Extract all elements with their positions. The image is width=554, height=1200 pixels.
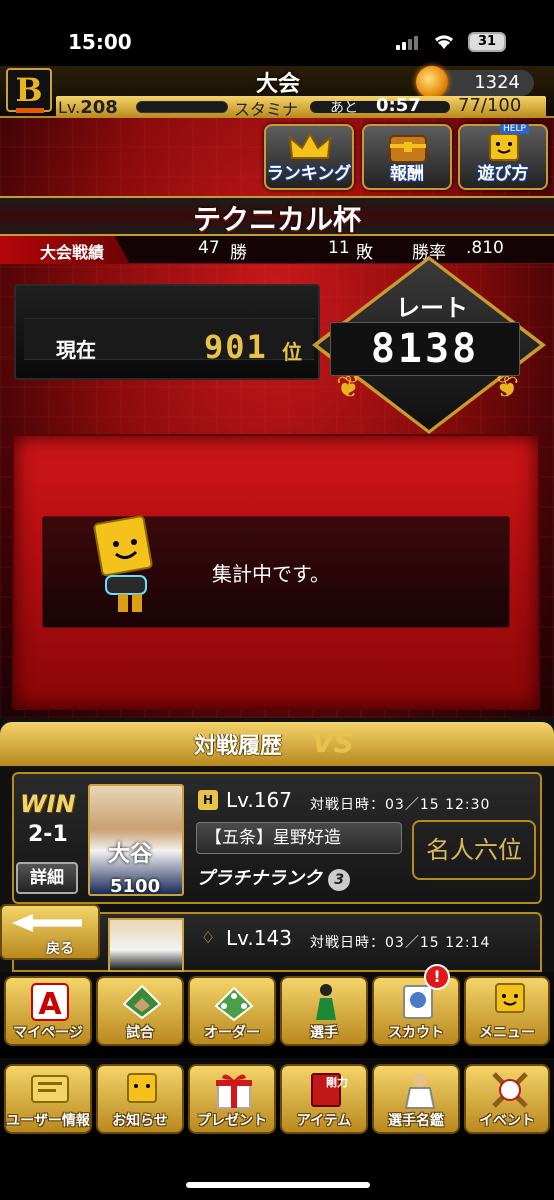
level-label: Lv.208 (58, 97, 118, 118)
menu-present-button[interactable]: プレゼント (188, 1064, 276, 1134)
player-card-image (108, 918, 184, 972)
wins-unit: 勝 (230, 243, 247, 263)
menu-catalog-button[interactable]: 選手名鑑 (372, 1064, 460, 1134)
exp-gauge (136, 101, 228, 113)
mascot-menu-icon (495, 983, 525, 1013)
player-power: 5100 (110, 876, 161, 897)
mascot-icon (93, 515, 153, 612)
team-logo: B (6, 68, 52, 113)
record-tag: 大会戦績 (0, 236, 130, 264)
scout-notification-badge: ! (424, 964, 450, 990)
vs-logo: VS (312, 726, 354, 759)
reward-button[interactable]: 報酬 (362, 124, 452, 190)
stamina-timer: 0:57 (376, 95, 421, 116)
menu-event-label: イベント (479, 1113, 535, 1129)
wifi-icon (435, 35, 453, 49)
win-badge: WIN (20, 790, 76, 818)
stamina-label: スタミナ (234, 100, 299, 119)
menu-catalog-label: 選手名鑑 (388, 1113, 444, 1129)
back-button[interactable]: 戻る (0, 904, 100, 960)
rating-label: レート (396, 294, 468, 322)
player-name: 大谷 (108, 842, 153, 867)
back-label: 戻る (46, 941, 74, 957)
ranking-button[interactable]: ランキング (264, 124, 354, 190)
menu-mypage-button[interactable]: A マイページ (4, 976, 92, 1046)
menu-event-button[interactable]: イベント (464, 1064, 550, 1134)
menu-notice-label: お知らせ (112, 1113, 168, 1129)
level-value: 208 (80, 97, 118, 118)
title-badge: 名人六位 (412, 820, 536, 880)
status-time: 15:00 (68, 30, 132, 54)
losses-unit: 敗 (356, 243, 373, 263)
item-tag: 剛力 (326, 1076, 348, 1089)
menu-item-label: アイテム (296, 1113, 352, 1129)
laurel-right-icon: ❦ (494, 370, 520, 405)
gift-icon (216, 1074, 252, 1109)
menu-order-button[interactable]: オーダー (188, 976, 276, 1046)
menu-scout-label: スカウト (388, 1025, 444, 1041)
mascot-notice-icon (127, 1073, 157, 1103)
player-catalog-icon (404, 1073, 436, 1109)
baseball-event-icon (492, 1072, 528, 1108)
menu-menu-label: メニュー (479, 1025, 535, 1041)
menu-item-button[interactable]: 剛力 アイテム (280, 1064, 368, 1134)
stamina-value: 77/100 (458, 95, 522, 116)
menu-scout-button[interactable]: スカウト (372, 976, 460, 1046)
status-bar: 15:00 31 (0, 0, 554, 66)
signal-icon (396, 36, 422, 50)
menu-present-label: プレゼント (197, 1113, 267, 1129)
rank-unit: 位 (282, 340, 302, 364)
team-icon: ♢ (200, 928, 216, 947)
history-title: 対戦履歴 (194, 734, 283, 759)
menu-mypage-label: マイページ (13, 1025, 83, 1041)
coin-icon (416, 66, 448, 98)
status-message: 集計中です。 (212, 562, 330, 586)
laurel-left-icon: ❦ (336, 370, 362, 405)
rating-value: 8138 (370, 326, 480, 372)
battery-icon: 31 (468, 32, 506, 52)
detail-button[interactable]: 詳細 (16, 862, 78, 894)
stadium-icon (122, 984, 162, 1020)
menu-menu-button[interactable]: メニュー (464, 976, 550, 1046)
rank-number: 3 (328, 869, 351, 891)
rank-label: 現在 (56, 338, 96, 362)
opponent-rank: プラチナランク 3 (196, 864, 351, 891)
help-badge: HELP (500, 124, 529, 134)
field-order-icon (214, 986, 254, 1022)
stamina-ato-label: あと (330, 100, 358, 116)
back-arrow-icon (12, 914, 82, 932)
tournament-title: テクニカル杯 (192, 203, 361, 236)
page-title: 大会 (255, 72, 300, 97)
home-indicator[interactable] (186, 1182, 370, 1188)
losses-count: 11 (328, 238, 350, 258)
user-info-icon (31, 1075, 69, 1103)
record-label: 大会戦績 (40, 243, 105, 262)
match-score: 2-1 (28, 822, 68, 847)
menu-order-label: オーダー (204, 1025, 260, 1041)
rank-box (14, 284, 320, 380)
opponent-name: 【五条】星野好造 (196, 822, 402, 854)
how-to-play-label: 遊び方 (477, 164, 529, 184)
svg-text:A: A (38, 987, 62, 1022)
ranking-label: ランキング (266, 164, 352, 184)
team-icon: H (198, 790, 218, 810)
rank-value: 901 (204, 328, 268, 366)
match-date: 対戦日時：03／15 12:14 (310, 935, 491, 951)
opponent-level: Lv.143 (226, 926, 292, 950)
player-icon (316, 984, 336, 1020)
letter-a-icon: A (31, 983, 69, 1022)
menu-player-label: 選手 (310, 1025, 338, 1041)
win-rate: .810 (466, 238, 504, 258)
menu-match-label: 試合 (126, 1025, 154, 1041)
menu-notice-button[interactable]: お知らせ (96, 1064, 184, 1134)
opponent-level: Lv.167 (226, 788, 292, 812)
menu-match-button[interactable]: 試合 (96, 976, 184, 1046)
wins-count: 47 (198, 238, 220, 258)
match-date: 対戦日時：03／15 12:30 (310, 797, 491, 813)
menu-player-button[interactable]: 選手 (280, 976, 368, 1046)
reward-label: 報酬 (390, 164, 424, 184)
menu-user-info-label: ユーザー情報 (6, 1113, 90, 1129)
menu-user-info-button[interactable]: ユーザー情報 (4, 1064, 92, 1134)
